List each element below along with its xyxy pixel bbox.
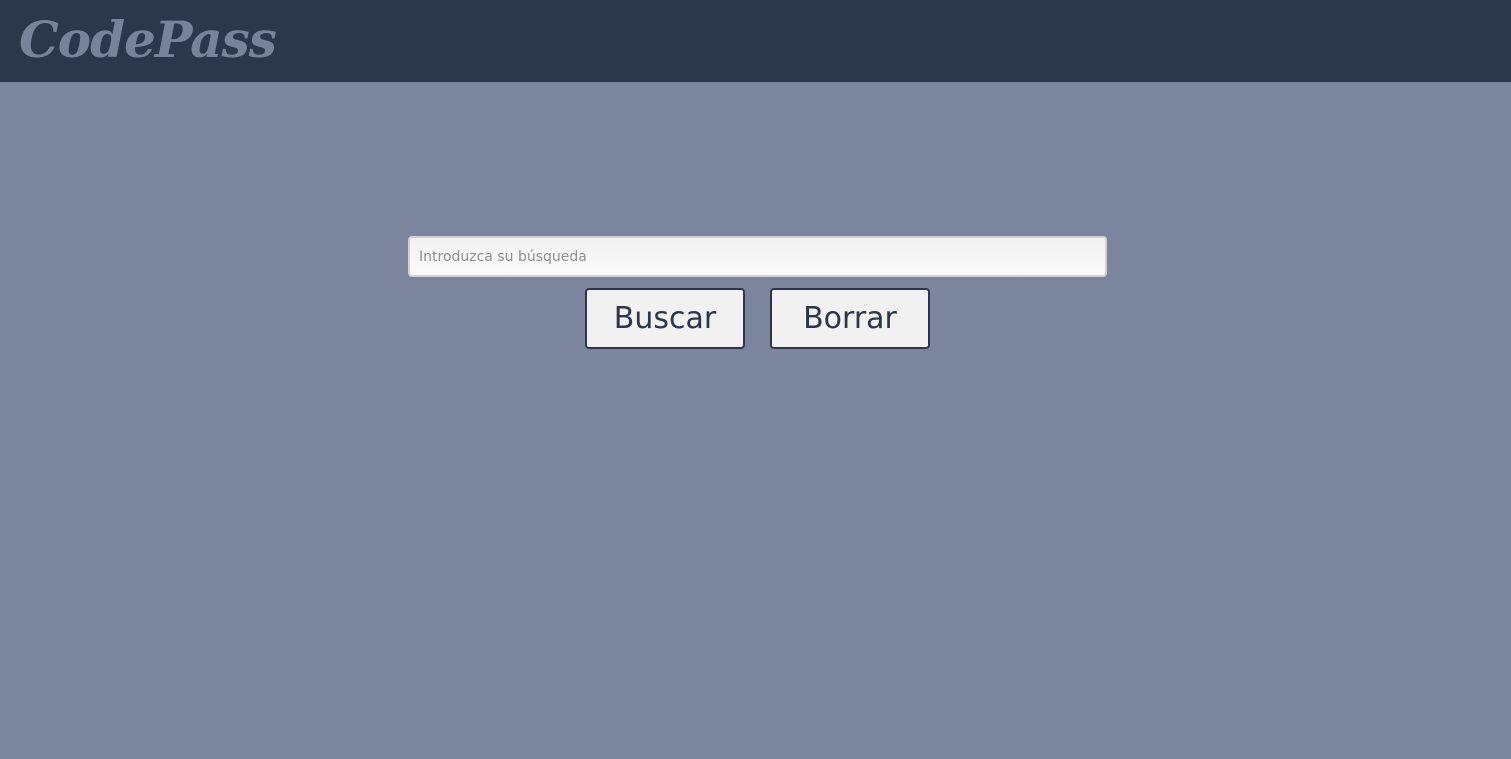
- search-input[interactable]: [408, 236, 1107, 277]
- clear-button[interactable]: Borrar: [770, 288, 930, 349]
- search-button[interactable]: Buscar: [585, 288, 745, 349]
- main-content: Buscar Borrar: [0, 82, 1511, 759]
- codepass-logo[interactable]: CodePass: [19, 8, 277, 72]
- top-navbar: CodePass: [0, 0, 1511, 82]
